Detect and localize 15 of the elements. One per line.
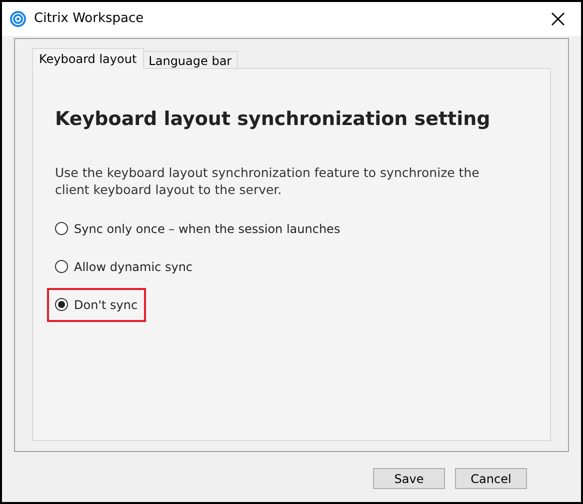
radio-button[interactable] bbox=[55, 298, 68, 311]
description: Use the keyboard layout synchronization feature to synchronize the client keyboard layout to the server. bbox=[55, 164, 480, 198]
radio-option[interactable]: Don't sync bbox=[55, 296, 138, 314]
tab[interactable]: Keyboard layout bbox=[32, 48, 144, 69]
radio-button[interactable] bbox=[55, 260, 68, 273]
app-logo-icon bbox=[10, 11, 26, 27]
radio-button[interactable] bbox=[55, 222, 68, 235]
close-icon[interactable] bbox=[551, 12, 565, 26]
radio-option[interactable]: Sync only once – when the session launches bbox=[55, 220, 340, 238]
radio-option[interactable]: Allow dynamic sync bbox=[55, 258, 193, 276]
dialog-button[interactable]: Cancel bbox=[455, 468, 527, 489]
tab[interactable]: Language bar bbox=[144, 51, 238, 69]
window-title: Citrix Workspace bbox=[34, 10, 145, 28]
dialog-button[interactable]: Save bbox=[373, 468, 445, 489]
heading: Keyboard layout synchronization setting bbox=[55, 107, 492, 132]
